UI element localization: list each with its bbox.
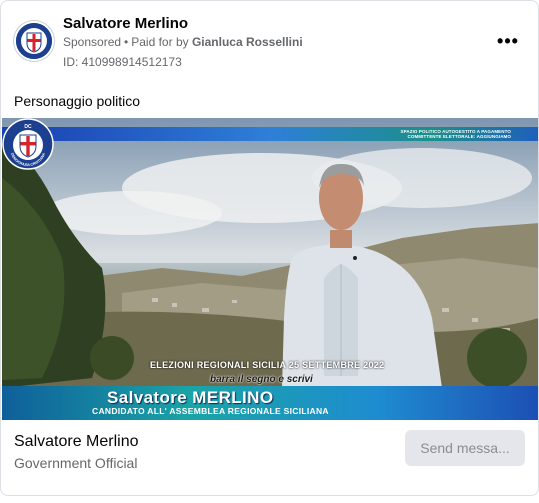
ad-card: DC Salvatore Merlino Sponsored • Paid for … — [0, 0, 539, 496]
paid-for-prefix: Paid for by — [131, 35, 189, 49]
ad-id: ID: 410998914512173 — [63, 55, 182, 69]
page-name[interactable]: Salvatore Merlino — [63, 15, 188, 32]
barra-caption: barra il segno e scrivi — [210, 374, 313, 385]
democrazia-cristiana-shield-icon: DC — [16, 23, 52, 59]
post-header: DC Salvatore Merlino Sponsored • Paid for … — [1, 1, 538, 81]
candidate-name-caption: Salvatore MERLINO — [107, 388, 274, 407]
cta-page-title[interactable]: Salvatore Merlino — [14, 433, 139, 451]
meta-separator: • — [124, 35, 129, 49]
paid-for-name: Gianluca Rossellini — [191, 35, 303, 49]
post-body-text: Personaggio politico — [14, 93, 141, 109]
top-band-line-2: COMMITTENTE ELETTORALE: AGGIUNGIAMO — [407, 134, 511, 139]
dc-party-badge-icon: DC DEMOCRAZIA CRISTIANA — [2, 118, 54, 170]
cta-page-category: Government Official — [14, 455, 138, 471]
ad-footer: Salvatore Merlino Government Official Se… — [1, 420, 538, 495]
badge-top-text: DC — [24, 124, 32, 130]
sponsored-label: Sponsored — [63, 35, 122, 49]
more-options-icon[interactable]: ••• — [494, 27, 522, 55]
post-meta: Sponsored • Paid for by Gianluca Rossellin… — [63, 35, 303, 49]
candidate-subtitle-caption: CANDIDATO ALL' ASSEMBLEA REGIONALE SICIL… — [92, 406, 329, 416]
send-message-button[interactable]: Send messa... — [405, 430, 525, 466]
page-avatar[interactable]: DC — [14, 21, 54, 61]
ad-video[interactable]: SPAZIO POLITICO AUTOGESTITO A PAGAMENTO … — [2, 118, 538, 420]
election-caption: ELEZIONI REGIONALI SICILIA 25 SETTEMBRE … — [150, 360, 385, 370]
svg-text:DC: DC — [31, 27, 37, 32]
video-top-band-text: SPAZIO POLITICO AUTOGESTITO A PAGAMENTO … — [401, 129, 512, 139]
